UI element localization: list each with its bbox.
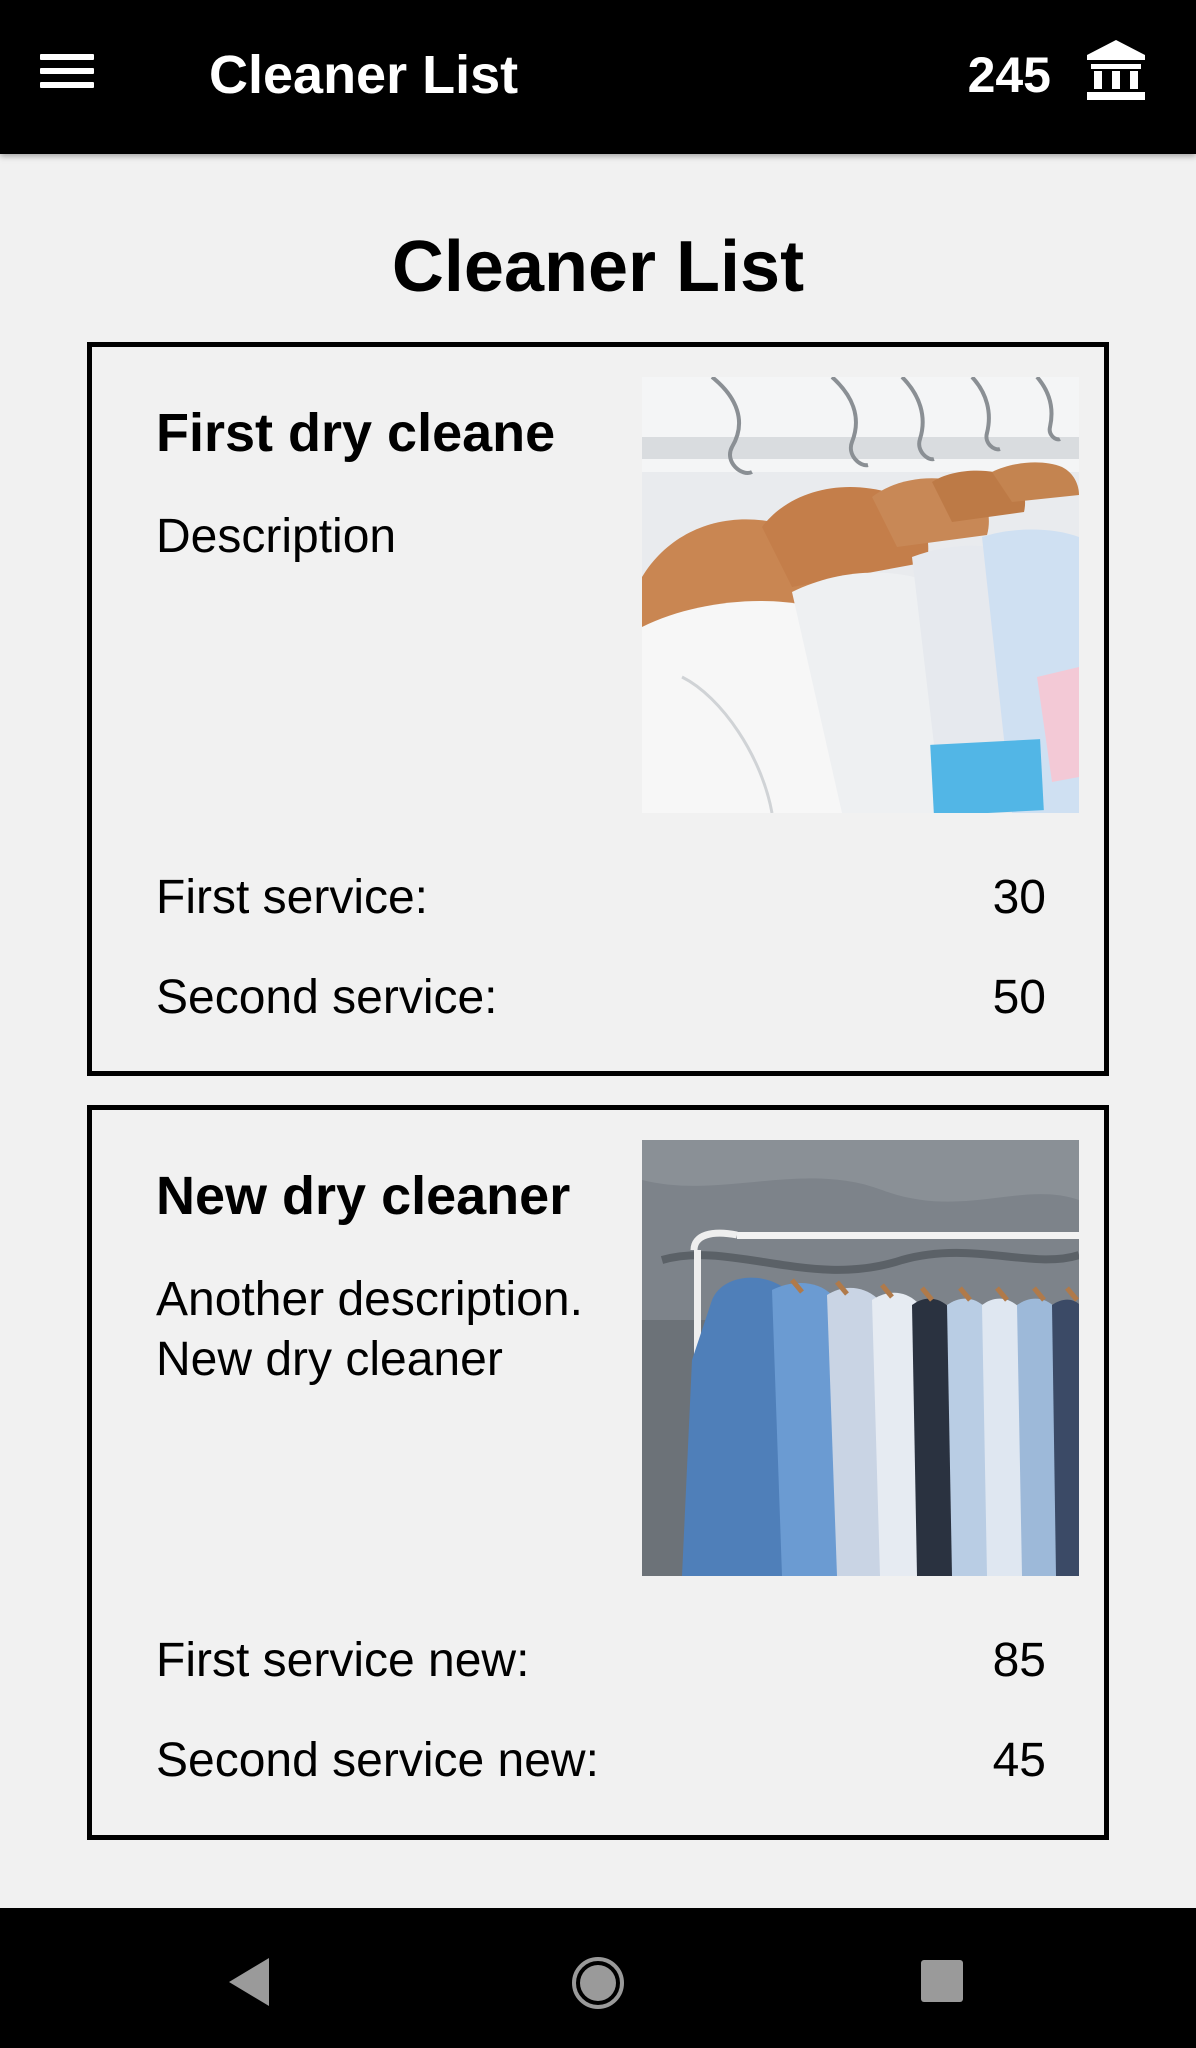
bank-icon[interactable] [1085,38,1147,104]
service-row: First service new: 85 [156,1630,1046,1692]
system-navigation-bar [0,1908,1196,2048]
service-price: 85 [992,1634,1046,1687]
cleaner-name: New dry cleaner [156,1166,571,1226]
cleaner-card[interactable]: First dry cleane Description First servi… [87,342,1109,1076]
cleaner-description: Another description. New dry cleaner [156,1273,583,1386]
service-price: 50 [992,971,1046,1024]
service-row: Second service: 50 [156,967,1046,1029]
balance-count: 245 [967,47,1051,103]
cleaner-description: Description [156,510,397,563]
service-label: Second service: [156,971,498,1024]
page-title: Cleaner List [391,227,805,307]
hamburger-menu-icon[interactable] [40,52,96,92]
service-row: Second service new: 45 [156,1730,1046,1792]
service-label: Second service new: [156,1734,599,1787]
dry-cleaning-hangers-photo [642,377,1079,813]
home-circle-icon[interactable] [570,1955,626,2011]
service-row: First service: 30 [156,867,1046,929]
app-bar-title: Cleaner List [209,45,519,105]
app-bar: Cleaner List 245 [0,0,1196,154]
clothing-rack-photo [642,1140,1079,1576]
service-label: First service new: [156,1634,530,1687]
service-label: First service: [156,871,429,924]
service-price: 45 [992,1734,1046,1787]
recents-square-icon[interactable] [919,1958,965,2004]
service-price: 30 [992,871,1046,924]
back-triangle-icon[interactable] [225,1956,275,2008]
cleaner-card[interactable]: New dry cleaner Another description. New… [87,1105,1109,1840]
cleaner-name: First dry cleane [156,403,556,463]
